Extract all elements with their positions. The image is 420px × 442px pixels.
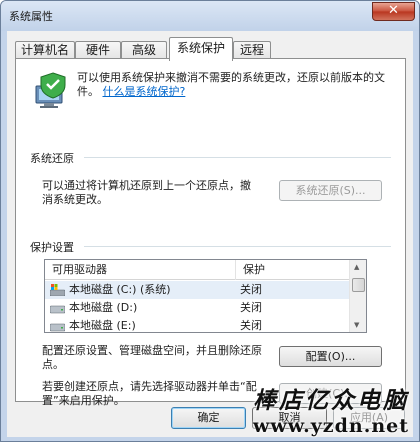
drive-protection-status: 关闭 [240, 301, 262, 314]
configure-button[interactable]: 配置(O)... [279, 346, 382, 367]
scroll-up-arrow-icon[interactable]: ▲ [354, 263, 359, 271]
ok-button[interactable]: 确定 [171, 407, 246, 429]
watermark-brand: 棒店亿众电脑 [253, 387, 409, 414]
scroll-down-arrow-icon[interactable]: ▼ [354, 321, 359, 329]
drive-name: 本地磁盘 (D:) [69, 301, 138, 314]
protection-settings-group-title: 保护设置 [30, 241, 74, 254]
intro-description: 可以使用系统保护来撤消不需要的系统更改，还原以前版本的文件。 什么是系统保护? [77, 71, 397, 99]
dialog-client-area: 计算机名 硬件 高级 系统保护 远程 可以使用系统保护来撤消不需要的系统更改，还… [7, 31, 413, 437]
system-properties-window: 系统属性 ✕ 计算机名 硬件 高级 系统保护 远程 可以使用系统保护来撤消不需要… [0, 0, 420, 442]
hard-drive-icon [50, 323, 65, 332]
hard-drive-icon [50, 305, 65, 314]
column-header-protection[interactable]: 保护 [235, 260, 351, 280]
scrollbar-thumb[interactable] [352, 278, 365, 292]
system-protection-panel: 可以使用系统保护来撤消不需要的系统更改，还原以前版本的文件。 什么是系统保护? … [15, 58, 406, 407]
system-restore-button[interactable]: 系统还原(S)... [279, 180, 382, 201]
system-protection-computer-icon [35, 72, 66, 108]
drive-name: 本地磁盘 (E:) [69, 319, 136, 332]
watermark-url: www.yzdn.net [253, 415, 409, 437]
what-is-system-protection-link[interactable]: 什么是系统保护? [103, 85, 186, 98]
column-header-available-drives[interactable]: 可用驱动器 [45, 260, 235, 280]
drive-list-scrollbar[interactable]: ▲ ▼ [349, 260, 366, 332]
create-description: 若要创建还原点，请先选择驱动器并单击“配置”来启用保护。 [42, 380, 257, 407]
system-restore-group-title: 系统还原 [30, 152, 74, 165]
title-bar[interactable]: 系统属性 ✕ [1, 1, 419, 31]
system-drive-icon [50, 284, 65, 296]
watermark: 棒店亿众电脑 www.yzdn.net [253, 381, 409, 437]
protection-settings-group-divider [84, 246, 391, 247]
configure-description: 配置还原设置、管理磁盘空间，并且删除还原点。 [42, 344, 262, 371]
close-button[interactable]: ✕ [372, 2, 415, 21]
drive-name: 本地磁盘 (C:) (系统) [69, 283, 171, 296]
drive-row[interactable]: 本地磁盘 (D:) 关闭 [45, 299, 351, 317]
drive-protection-status: 关闭 [240, 319, 262, 332]
system-restore-group-divider [84, 157, 391, 158]
window-title: 系统属性 [9, 10, 53, 23]
drive-protection-status: 关闭 [240, 283, 262, 296]
drive-row[interactable]: 本地磁盘 (C:) (系统) 关闭 [45, 281, 351, 299]
drive-list-header: 可用驱动器 保护 [45, 260, 351, 280]
system-restore-description: 可以通过将计算机还原到上一个还原点，撤消系统更改。 [42, 179, 251, 206]
close-icon: ✕ [388, 3, 399, 18]
tab-system-protection[interactable]: 系统保护 [169, 37, 233, 61]
drive-list[interactable]: 可用驱动器 保护 本地磁盘 (C:) (系统) 关闭 本地磁盘 (D:) 关闭 … [44, 259, 367, 333]
drive-row[interactable]: 本地磁盘 (E:) 关闭 [45, 317, 351, 332]
